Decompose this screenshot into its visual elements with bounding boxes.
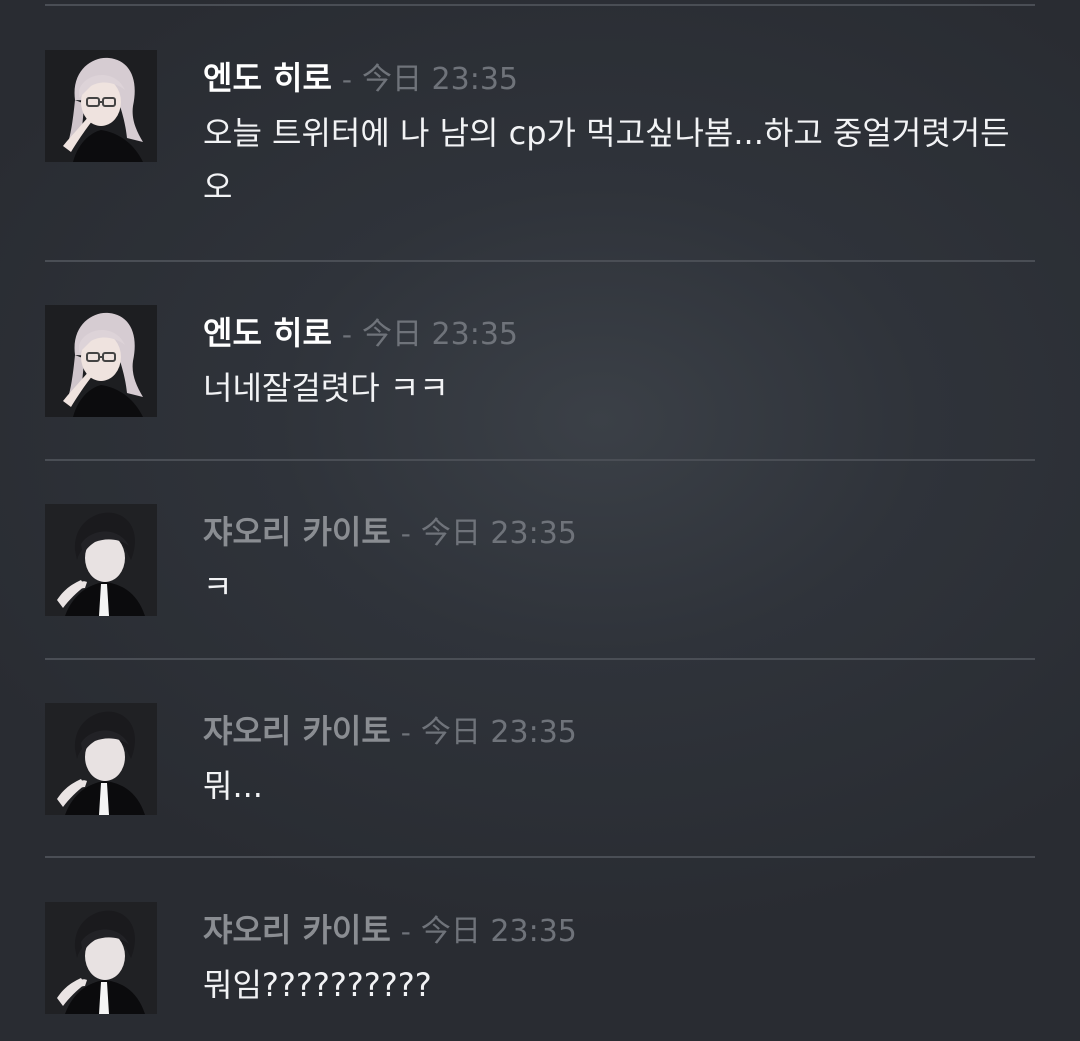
message-text: 너네잘걸렷다 ㅋㅋ [203,369,449,407]
author-name[interactable]: 엔도 히로 [203,305,332,361]
message-item[interactable]: 쟈오리 카이토 - 今日 23:35 뭐... [45,703,1035,843]
divider [45,260,1035,262]
timestamp: 今日 23:35 [420,516,577,551]
message-content: 엔도 히로 - 今日 23:35 오늘 트위터에 나 남의 cp가 먹고싶나봄.… [203,50,1035,214]
message-item[interactable]: 쟈오리 카이토 - 今日 23:35 ㅋ [45,504,1035,644]
timestamp: 今日 23:35 [362,62,519,97]
avatar[interactable] [45,703,157,815]
message-item[interactable]: 엔도 히로 - 今日 23:35 오늘 트위터에 나 남의 cp가 먹고싶나봄.… [45,50,1035,250]
white-hair-glasses-avatar-icon [45,305,157,417]
timestamp: 今日 23:35 [420,914,577,949]
avatar[interactable] [45,305,157,417]
avatar[interactable] [45,504,157,616]
message-content: 쟈오리 카이토 - 今日 23:35 뭐임?????????? [203,902,1035,1012]
dark-hair-suit-avatar-icon [45,902,157,1014]
message-content: 엔도 히로 - 今日 23:35 너네잘걸렷다 ㅋㅋ [203,305,1035,415]
divider [45,658,1035,660]
timestamp: 今日 23:35 [420,715,577,750]
message-item[interactable]: 엔도 히로 - 今日 23:35 너네잘걸렷다 ㅋㅋ [45,305,1035,445]
separator: - [341,63,353,96]
divider [45,4,1035,6]
message-header: 쟈오리 카이토 - 今日 23:35 [203,504,1035,560]
author-name[interactable]: 엔도 히로 [203,50,332,106]
white-hair-glasses-avatar-icon [45,50,157,162]
separator: - [341,318,353,351]
avatar[interactable] [45,902,157,1014]
message-text: 뭐임?????????? [203,966,432,1004]
message-header: 엔도 히로 - 今日 23:35 [203,305,1035,361]
divider [45,856,1035,858]
message-header: 쟈오리 카이토 - 今日 23:35 [203,703,1035,759]
message-item[interactable]: 쟈오리 카이토 - 今日 23:35 뭐임?????????? [45,902,1035,1032]
message-content: 쟈오리 카이토 - 今日 23:35 뭐... [203,703,1035,813]
message-header: 쟈오리 카이토 - 今日 23:35 [203,902,1035,958]
dark-hair-suit-avatar-icon [45,504,157,616]
divider [45,459,1035,461]
timestamp: 今日 23:35 [362,317,519,352]
message-text: 뭐... [203,767,263,805]
separator: - [400,517,411,550]
separator: - [400,716,411,749]
separator: - [400,915,411,948]
message-text: 오늘 트위터에 나 남의 cp가 먹고싶나봄...하고 중얼거렷거든오 [203,114,1010,206]
message-header: 엔도 히로 - 今日 23:35 [203,50,1035,106]
author-name[interactable]: 쟈오리 카이토 [203,902,391,958]
author-name[interactable]: 쟈오리 카이토 [203,703,391,759]
message-text: ㅋ [203,568,233,606]
avatar[interactable] [45,50,157,162]
author-name[interactable]: 쟈오리 카이토 [203,504,391,560]
message-content: 쟈오리 카이토 - 今日 23:35 ㅋ [203,504,1035,614]
dark-hair-suit-avatar-icon [45,703,157,815]
